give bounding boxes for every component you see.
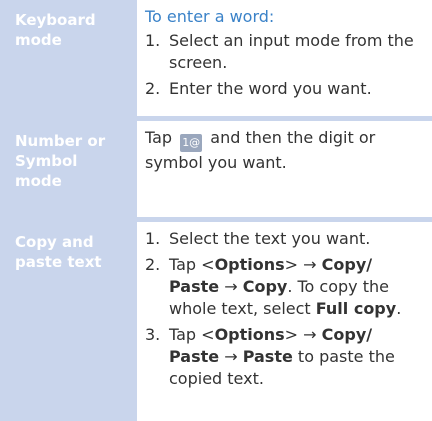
list-item: 1. Select an input mode from the screen.: [145, 30, 426, 74]
options-softkey-label: Options: [214, 255, 285, 274]
list-item: 2. Tap <Options> → Copy/ Paste → Copy. T…: [145, 254, 426, 320]
paste-menu-label: Paste: [242, 347, 293, 366]
section-heading: To enter a word:: [145, 7, 275, 26]
row-label-copy-paste-text: Copy and paste text: [0, 222, 137, 421]
row-content-copy-paste-text: 1. Select the text you want. 2. Tap <Opt…: [137, 222, 432, 421]
list-item: 1. Select the text you want.: [145, 228, 426, 250]
instruction-text: Tap 1@ and then the digit or symbol you …: [145, 127, 426, 174]
row-label-keyboard-mode: Keyboard mode: [0, 0, 137, 116]
number-symbol-key-icon: 1@: [180, 134, 203, 152]
step-number: 1.: [145, 31, 161, 50]
instruction-table: Keyboard mode To enter a word: 1. Select…: [0, 0, 432, 421]
step-text: Select the text you want.: [169, 229, 371, 248]
text-fragment: Tap: [145, 128, 173, 147]
table-row-keyboard-mode: Keyboard mode To enter a word: 1. Select…: [0, 0, 432, 116]
step-number: 2.: [145, 255, 161, 274]
list-item: 2. Enter the word you want.: [145, 78, 426, 100]
full-copy-menu-label: Full copy: [315, 299, 397, 318]
text-fragment: →: [219, 277, 243, 296]
options-softkey-label: Options: [214, 325, 285, 344]
text-fragment: Tap <: [169, 255, 215, 274]
text-fragment: .: [396, 299, 402, 318]
step-text: Enter the word you want.: [169, 79, 372, 98]
step-number: 2.: [145, 79, 161, 98]
steps-list: 1. Select an input mode from the screen.…: [145, 30, 426, 100]
steps-list: 1. Select the text you want. 2. Tap <Opt…: [145, 228, 426, 390]
copy-menu-label: Copy: [242, 277, 288, 296]
text-fragment: →: [219, 347, 243, 366]
text-fragment: > →: [284, 325, 322, 344]
table-row-copy-paste-text: Copy and paste text 1. Select the text y…: [0, 222, 432, 421]
row-content-keyboard-mode: To enter a word: 1. Select an input mode…: [137, 0, 432, 116]
text-fragment: > →: [284, 255, 322, 274]
step-number: 3.: [145, 325, 161, 344]
step-number: 1.: [145, 229, 161, 248]
step-text: Select an input mode from the screen.: [169, 31, 414, 72]
row-content-number-symbol-mode: Tap 1@ and then the digit or symbol you …: [137, 121, 432, 217]
text-fragment: Tap <: [169, 325, 215, 344]
row-label-number-symbol-mode: Number or Symbol mode: [0, 121, 137, 217]
list-item: 3. Tap <Options> → Copy/ Paste → Paste t…: [145, 324, 426, 390]
table-row-number-symbol-mode: Number or Symbol mode Tap 1@ and then th…: [0, 121, 432, 217]
